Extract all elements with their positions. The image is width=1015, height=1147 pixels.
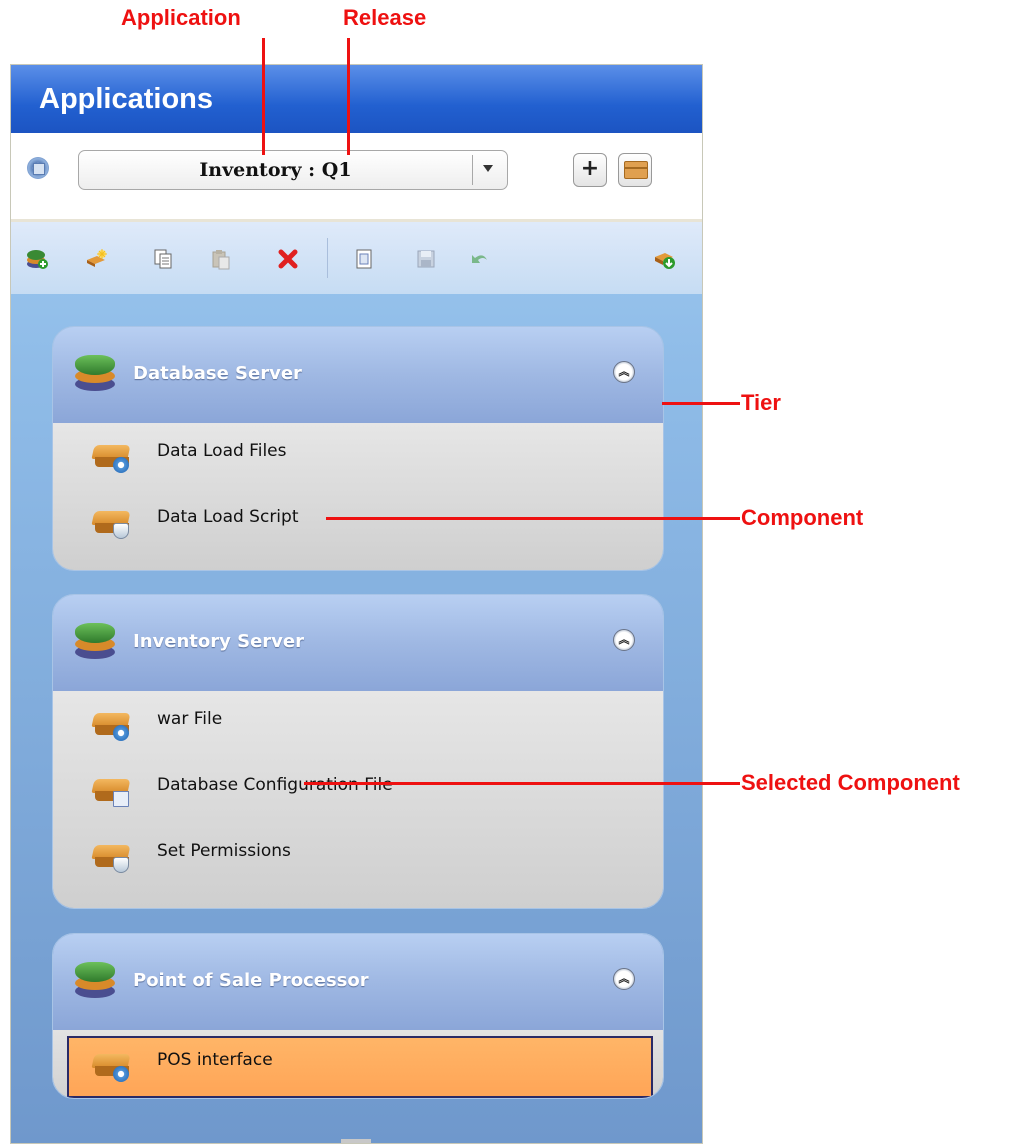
tier-name: Inventory Server [133,631,304,652]
component-label: Data Load Script [157,507,299,527]
component-script-icon [89,839,135,875]
tier-card: Inventory Server ︽ war File Database Con… [52,594,664,909]
component-item[interactable]: war File [89,703,609,743]
selected-component-pointer-line [304,782,740,785]
application-release-dropdown[interactable]: Inventory : Q1 [78,150,508,190]
tier-stack-icon [75,619,117,663]
tier-stack-icon [75,351,117,395]
component-label: Data Load Files [157,441,287,461]
applications-panel: Applications Inventory : Q1 + Database S… [10,64,703,1144]
component-config-icon [89,773,135,809]
component-item[interactable]: Data Load Script [89,501,609,541]
release-callout: Release [343,5,427,30]
application-archive-button[interactable] [618,153,652,187]
tier-card: Point of Sale Processor ︽ POS interface [52,933,664,1099]
copy-icon[interactable] [152,248,174,270]
component-label: POS interface [157,1050,273,1070]
component-callout: Component [741,505,864,530]
tier-components: POS interface [53,1030,663,1098]
refresh-icon[interactable] [27,157,49,179]
tier-stack-icon [75,958,117,1002]
panel-titlebar: Applications [11,65,702,133]
dropdown-separator [472,155,473,185]
chevron-down-icon[interactable] [483,165,493,172]
panel-toolbar [11,222,702,294]
tier-callout: Tier [741,390,781,415]
component-item[interactable]: Database Configuration File [89,769,609,809]
panel-title: Applications [39,83,214,115]
tier-card: Database Server ︽ Data Load Files Data L… [52,326,664,571]
collapse-icon[interactable]: ︽ [613,629,635,651]
component-label: Set Permissions [157,841,291,861]
component-pointer-line [326,517,740,520]
selected-application-release: Inventory : Q1 [199,159,352,181]
add-application-button[interactable]: + [573,153,607,187]
component-item[interactable]: Set Permissions [89,835,609,875]
component-label: Database Configuration File [157,775,393,795]
undo-icon [472,255,487,263]
package-icon [624,161,648,179]
component-gear-icon [89,1048,135,1084]
tier-name: Database Server [133,363,302,384]
collapse-icon[interactable]: ︽ [613,361,635,383]
collapse-icon[interactable]: ︽ [613,968,635,990]
selected-component-callout: Selected Component [741,770,960,795]
tier-name: Point of Sale Processor [133,970,369,991]
component-script-icon [89,505,135,541]
new-component-icon[interactable] [85,248,107,270]
paste-icon [212,250,230,270]
application-selector-row: Inventory : Q1 + [11,133,702,222]
deploy-icon[interactable] [653,248,675,270]
application-pointer-line [262,38,265,155]
tier-header[interactable]: Point of Sale Processor ︽ [53,934,663,1030]
component-gear-icon [89,439,135,475]
component-item[interactable]: Data Load Files [89,435,609,475]
component-item-selected[interactable]: POS interface [89,1044,609,1084]
tier-header[interactable]: Database Server ︽ [53,327,663,423]
toolbar-separator [327,238,328,278]
tier-pointer-line [662,402,740,405]
component-label: war File [157,709,223,729]
release-pointer-line [347,38,350,155]
application-callout: Application [121,5,241,30]
delete-icon[interactable] [277,248,299,270]
add-tier-icon[interactable] [26,248,48,270]
tier-components: war File Database Configuration File Set… [53,691,663,908]
tier-components: Data Load Files Data Load Script [53,423,663,570]
tier-header[interactable]: Inventory Server ︽ [53,595,663,691]
properties-icon[interactable] [353,248,375,270]
resize-handle[interactable] [341,1139,371,1143]
component-gear-icon [89,707,135,743]
save-icon [417,250,435,268]
